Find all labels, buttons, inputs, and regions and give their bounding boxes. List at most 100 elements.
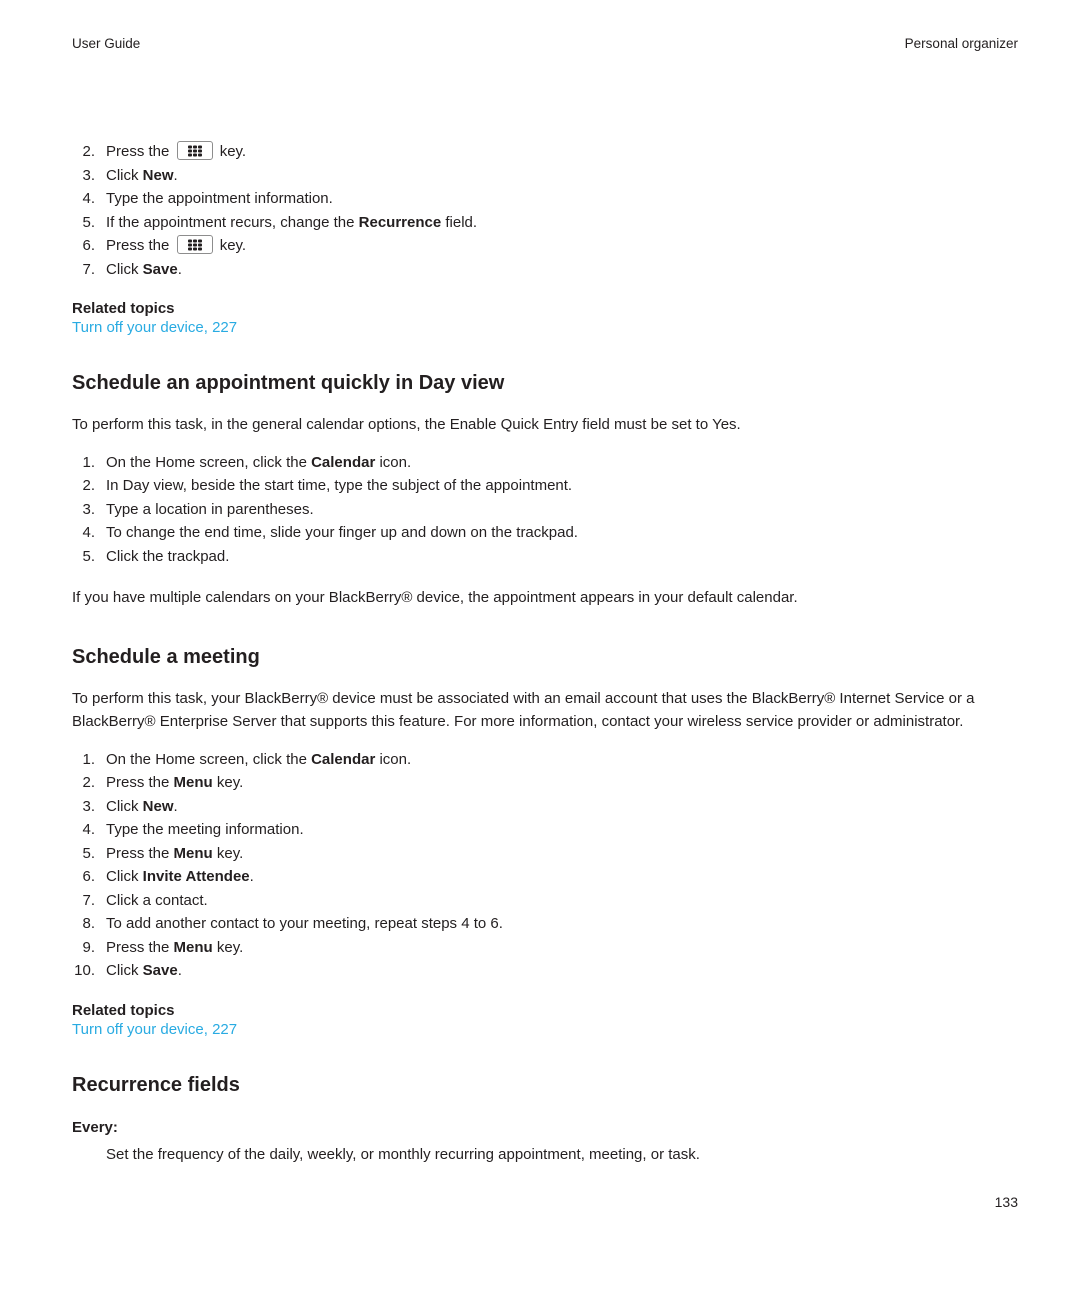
list-item-text-post: key. [212,844,244,862]
list-item-text-post: key. [215,143,247,160]
related-topics-heading: Related topics [72,300,175,317]
top-procedure-list: 2. Press the key. 3. Click New. 4. Type … [72,140,1022,281]
list-item-text-post: key. [212,774,244,791]
list-item-number: 5. [82,213,95,231]
list-item-text: Click the trackpad. [106,547,230,565]
list-item-text-pre: If the appointment recurs, change the [106,213,359,231]
list-item-text: To add another contact to your meeting, … [106,915,503,932]
list-item: 3. Type a location in parentheses. [72,498,1022,522]
list-item-text: Press the Menu key. [106,771,1022,795]
list-item-text-post: . [177,962,182,979]
section1-procedure-list: 1. On the Home screen, click the Calenda… [72,451,1022,569]
list-item-text-bold: Calendar [311,453,376,471]
list-item-number: 4. [82,524,95,541]
list-item-text: Type the meeting information. [106,821,304,838]
blackberry-menu-key-icon [176,141,213,160]
page-content: 2. Press the key. 3. Click New. 4. Type … [72,140,1022,1166]
list-item-number: 4. [82,821,95,838]
list-item-number: 5. [82,844,95,862]
list-item: 7. Click Save. [72,258,1022,282]
section2-procedure-list: 1. On the Home screen, click the Calenda… [72,748,1022,983]
list-item-text-bold: Calendar [311,750,376,768]
list-item-number: 3. [82,166,95,184]
list-item-number: 9. [82,938,95,956]
list-item: 5. Press the Menu key. [72,842,1022,866]
section-heading-recurrence-fields: Recurrence fields [72,1073,240,1096]
list-item: 8. To add another contact to your meetin… [72,912,1022,936]
list-item-number: 1. [82,453,95,471]
section-heading-schedule-appointment-day-view: Schedule an appointment quickly in Day v… [72,372,505,394]
list-item: 5. If the appointment recurs, change the… [72,211,1022,235]
list-item-number: 7. [82,260,95,278]
list-item: 7. Click a contact. [72,889,1022,913]
list-item: 10. Click Save. [72,959,1022,983]
document-page: User Guide Personal organizer 2. Press t… [0,0,1080,1296]
related-topics-heading: Related topics [72,1001,175,1019]
list-item: 3. Click New. [72,795,1022,819]
list-item-text: On the Home screen, click the Calendar i… [106,451,1022,475]
list-item-text-pre: Press the [106,774,174,791]
list-item-text-post: . [249,868,254,885]
list-item-number: 6. [82,237,95,254]
list-item-text-bold: Menu [173,844,213,862]
list-item-number: 1. [82,750,95,768]
list-item-text: Click Save. [106,258,1022,282]
list-item-text: Press the key. [106,234,1022,258]
list-item: 1. On the Home screen, click the Calenda… [72,451,1022,475]
section2-intro-paragraph: To perform this task, your BlackBerry® d… [72,689,975,731]
list-item-text-pre: Click [106,868,143,885]
page-header: User Guide Personal organizer [72,36,1018,51]
list-item-text-post: icon. [375,453,412,471]
page-number: 133 [994,1194,1018,1210]
list-item-text-bold: Menu [173,774,213,791]
list-item-number: 6. [82,868,95,885]
list-item-number: 2. [82,143,95,160]
list-item-text-pre: Press the [106,844,174,862]
list-item-text: Click New. [106,164,1022,188]
related-topics-link[interactable]: Turn off your device, 227 [72,1021,1022,1038]
field-term-every: Every: [72,1118,118,1136]
list-item-number: 4. [82,190,95,207]
list-item-text-bold: Save [142,260,178,278]
list-item-text: Press the Menu key. [106,936,1022,960]
list-item: 6. Press the key. [72,234,1022,258]
list-item-text-pre: On the Home screen, click the [106,453,312,471]
list-item-text-pre: Click [106,797,143,815]
section1-outro-paragraph: If you have multiple calendars on your B… [72,589,798,606]
list-item-number: 2. [82,477,95,494]
header-right-text: Personal organizer [904,36,1018,51]
list-item-text-bold: Save [142,962,178,979]
list-item-text-bold: Invite Attendee [142,868,250,885]
list-item-text-pre: Click [106,962,143,979]
list-item: 3. Click New. [72,164,1022,188]
list-item: 9. Press the Menu key. [72,936,1022,960]
list-item-text-bold: New [142,797,174,815]
list-item: 4. Type the meeting information. [72,818,1022,842]
list-item: 4. To change the end time, slide your fi… [72,521,1022,545]
list-item: 1. On the Home screen, click the Calenda… [72,748,1022,772]
list-item-text-pre: Press the [106,237,174,254]
list-item: 2. Press the key. [72,140,1022,164]
list-item-text: Click Invite Attendee. [106,865,1022,889]
blackberry-menu-key-icon [176,235,213,254]
list-item-text-pre: Press the [106,938,174,956]
list-item-text: In Day view, beside the start time, type… [106,477,573,494]
list-item-text-bold: Recurrence [358,213,442,231]
list-item-text: If the appointment recurs, change the Re… [106,211,1022,235]
list-item-text: To change the end time, slide your finge… [106,524,578,541]
list-item-text-bold: Menu [173,938,213,956]
list-item-text-pre: Click [106,260,143,278]
list-item-text: Click a contact. [106,891,208,909]
list-item: 5. Click the trackpad. [72,545,1022,569]
list-item-number: 8. [82,915,95,932]
list-item-number: 7. [82,891,95,909]
list-item-text-post: key. [212,938,244,956]
related-topics-link[interactable]: Turn off your device, 227 [72,319,1022,336]
list-item-text-post: . [173,166,178,184]
list-item: 2. In Day view, beside the start time, t… [72,474,1022,498]
list-item-text: Click Save. [106,959,1022,983]
list-item-text-post: . [177,260,182,278]
list-item-text: Type the appointment information. [106,190,333,207]
section1-intro-paragraph: To perform this task, in the general cal… [72,416,741,433]
list-item-number: 5. [82,547,95,565]
